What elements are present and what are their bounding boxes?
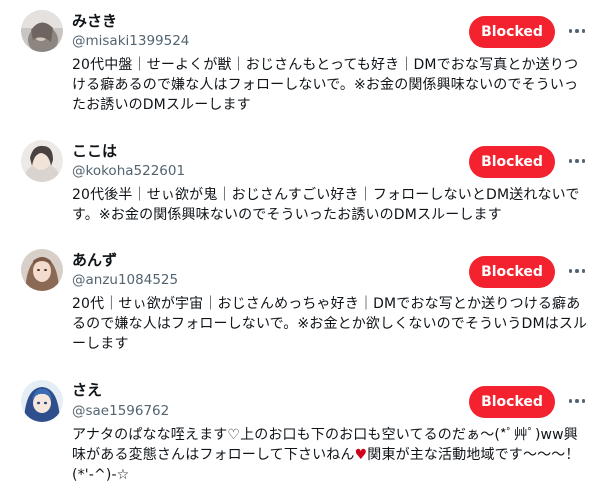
heart-icon: ♥ — [354, 447, 368, 463]
avatar-photo-icon — [21, 249, 63, 291]
display-name[interactable]: あんず — [72, 251, 117, 269]
display-name[interactable]: みさき — [72, 12, 117, 30]
display-name[interactable]: ここは — [72, 142, 117, 160]
user-bio: アナタのぱなな咥えます♡上のお口も下のお口も空いてるのだぁ〜(*ﾟ艸ﾟ)ww興味… — [72, 425, 588, 485]
user-handle[interactable]: @sae1596762 — [72, 402, 169, 420]
user-bio: 20代後半｜せぃ欲が鬼｜おじさんすごい好き｜フォローしないとDM送れないです。※… — [72, 187, 580, 223]
user-cell[interactable]: さえ @sae1596762 Blocked アナタのぱなな咥えます♡上のお口も… — [0, 370, 602, 498]
avatar-photo-icon — [21, 10, 63, 52]
user-handle[interactable]: @kokoha522601 — [72, 162, 185, 180]
user-cell[interactable]: みさき @misaki1399524 Blocked 20代中盤｜せーよくが獣｜… — [0, 0, 602, 130]
avatar-photo-icon — [21, 140, 63, 182]
more-options-icon[interactable] — [565, 151, 589, 171]
user-cell[interactable]: あんず @anzu1084525 Blocked 20代｜せぃ欲が宇宙｜おじさん… — [0, 240, 602, 370]
user-handle[interactable]: @misaki1399524 — [72, 32, 189, 50]
display-name[interactable]: さえ — [72, 381, 102, 399]
blocked-button[interactable]: Blocked — [469, 386, 555, 418]
avatar[interactable] — [21, 140, 63, 182]
user-handle[interactable]: @anzu1084525 — [72, 271, 178, 289]
avatar[interactable] — [21, 380, 63, 422]
user-bio: 20代中盤｜せーよくが獣｜おじさんもとっても好き｜DMでおな写真とか送りつける癖… — [72, 57, 579, 113]
user-bio: 20代｜せぃ欲が宇宙｜おじさんめっちゃ好き｜DMでおな写とか送りつける癖あるので… — [72, 296, 588, 352]
blocked-accounts-list: みさき @misaki1399524 Blocked 20代中盤｜せーよくが獣｜… — [0, 0, 602, 498]
avatar[interactable] — [21, 249, 63, 291]
avatar[interactable] — [21, 10, 63, 52]
user-cell[interactable]: ここは @kokoha522601 Blocked 20代後半｜せぃ欲が鬼｜おじ… — [0, 130, 602, 240]
more-options-icon[interactable] — [565, 261, 589, 281]
blocked-button[interactable]: Blocked — [469, 146, 555, 178]
more-options-icon[interactable] — [565, 391, 589, 411]
more-options-icon[interactable] — [565, 21, 589, 41]
blocked-button[interactable]: Blocked — [469, 16, 555, 48]
avatar-illustration-icon — [21, 380, 63, 422]
blocked-button[interactable]: Blocked — [469, 256, 555, 288]
